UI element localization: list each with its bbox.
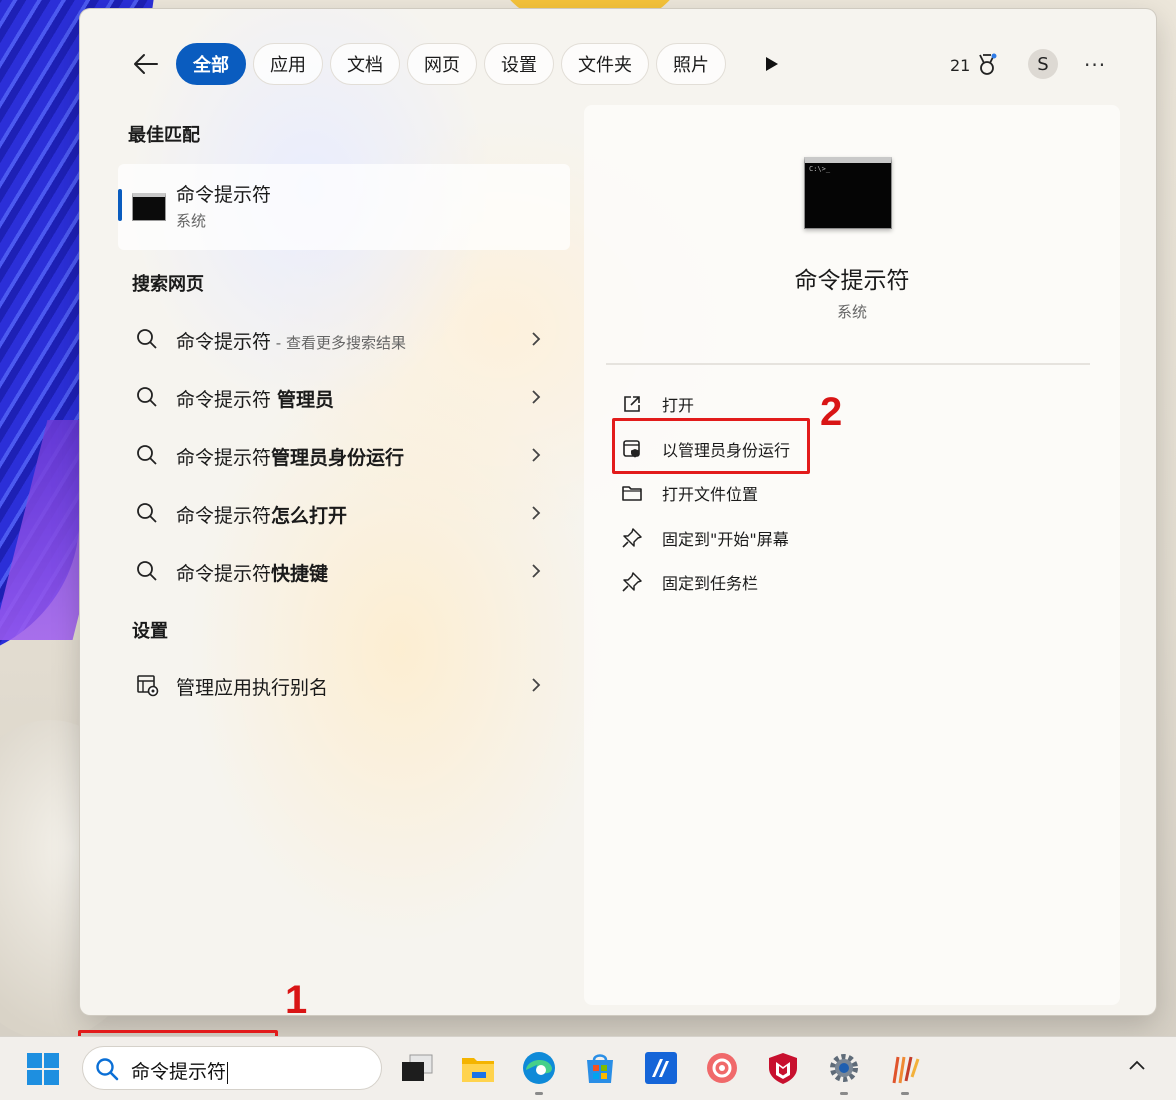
best-match-heading: 最佳匹配 — [128, 125, 200, 146]
back-arrow-icon — [134, 54, 158, 74]
web-search-item[interactable]: 命令提示符 管理员 — [120, 372, 560, 422]
search-icon — [137, 387, 157, 407]
web-search-text: 命令提示符快捷键 — [176, 563, 329, 585]
folder-icon — [620, 481, 644, 505]
chevron-right-icon — [532, 332, 541, 346]
web-search-heading: 搜索网页 — [132, 274, 204, 295]
annotation-box-run-as-admin — [612, 418, 810, 474]
cmd-app-icon — [132, 193, 166, 221]
running-indicator — [901, 1092, 909, 1095]
chevron-right-icon — [532, 678, 541, 692]
tab-settings[interactable]: 设置 — [484, 43, 554, 85]
search-panel: 全部 应用 文档 网页 设置 文件夹 照片 21 S ··· 最佳匹配 命令提示… — [80, 9, 1156, 1015]
chevron-right-icon — [532, 564, 541, 578]
app-alias-settings-icon — [137, 675, 159, 697]
tab-folders[interactable]: 文件夹 — [561, 43, 649, 85]
chevron-up-icon[interactable] — [1128, 1059, 1146, 1071]
taskbar-search-input[interactable]: 命令提示符 — [82, 1046, 382, 1090]
web-search-text: 命令提示符 管理员 — [176, 389, 335, 411]
search-icon — [96, 1058, 119, 1081]
running-indicator — [840, 1092, 848, 1095]
pin-icon — [620, 570, 644, 594]
search-icon — [137, 561, 157, 581]
search-icon — [137, 503, 157, 523]
best-match-name: 命令提示符 — [176, 184, 272, 206]
cmd-large-icon: C:\>_ — [804, 157, 892, 229]
action-open-file-location[interactable]: 打开文件位置 — [620, 475, 840, 511]
tab-apps[interactable]: 应用 — [253, 43, 323, 85]
back-button[interactable] — [128, 49, 164, 79]
web-search-item[interactable]: 命令提示符管理员身份运行 — [120, 430, 560, 480]
task-view-app-icon[interactable] — [398, 1049, 436, 1087]
filter-tabs: 全部 应用 文档 网页 设置 文件夹 照片 — [176, 43, 726, 85]
more-filters-play-icon[interactable] — [764, 55, 780, 73]
search-topbar: 全部 应用 文档 网页 设置 文件夹 照片 21 S ··· — [80, 9, 1156, 119]
settings-item-app-execution-alias[interactable]: 管理应用执行别名 — [120, 660, 560, 710]
best-match-type: 系统 — [176, 212, 207, 230]
settings-item-label: 管理应用执行别名 — [176, 677, 329, 699]
settings-gear-icon[interactable] — [825, 1049, 863, 1095]
web-search-text: 命令提示符 - 查看更多搜索结果 — [176, 331, 406, 353]
open-external-icon — [620, 392, 644, 416]
chevron-right-icon — [532, 448, 541, 462]
web-search-item[interactable]: 命令提示符 - 查看更多搜索结果 — [120, 314, 560, 364]
tab-documents[interactable]: 文档 — [330, 43, 400, 85]
mcafee-icon[interactable] — [764, 1049, 802, 1087]
annotation-step-2: 2 — [820, 390, 843, 434]
more-options-button[interactable]: ··· — [1084, 53, 1106, 77]
search-icon — [137, 445, 157, 465]
rewards-points[interactable]: 21 — [950, 53, 998, 77]
chevron-right-icon — [532, 506, 541, 520]
tab-all[interactable]: 全部 — [176, 43, 246, 85]
action-pin-to-taskbar[interactable]: 固定到任务栏 — [620, 564, 840, 600]
annotation-step-1: 1 — [285, 978, 308, 1022]
running-indicator — [535, 1092, 543, 1095]
taskbar: 命令提示符 — [0, 1036, 1176, 1100]
web-search-item[interactable]: 命令提示符快捷键 — [120, 546, 560, 596]
chevron-right-icon — [532, 390, 541, 404]
detail-subtitle: 系统 — [836, 303, 867, 321]
settings-heading: 设置 — [132, 621, 168, 642]
detail-title: 命令提示符 — [794, 268, 910, 294]
pencil-app-icon[interactable] — [886, 1049, 924, 1095]
windows-start-icon[interactable] — [26, 1052, 60, 1086]
action-open[interactable]: 打开 — [620, 386, 840, 422]
web-search-item[interactable]: 命令提示符怎么打开 — [120, 488, 560, 538]
pin-icon — [620, 526, 644, 550]
microsoft-store-icon[interactable] — [581, 1049, 619, 1087]
web-search-text: 命令提示符怎么打开 — [176, 505, 348, 527]
rewards-medal-icon — [979, 53, 997, 75]
taskbar-search-value: 命令提示符 — [131, 1061, 229, 1084]
best-match-result[interactable]: 命令提示符 系统 — [118, 164, 570, 250]
edge-browser-icon[interactable] — [520, 1049, 558, 1095]
user-avatar[interactable]: S — [1028, 49, 1058, 79]
action-pin-to-start[interactable]: 固定到"开始"屏幕 — [620, 520, 840, 556]
search-icon — [137, 329, 157, 349]
file-explorer-icon[interactable] — [459, 1049, 497, 1087]
detail-pane: C:\>_ 命令提示符 系统 打开 以管理员身份运行 打开文件位置 固定到"开始… — [584, 105, 1120, 1005]
selection-indicator — [118, 189, 122, 221]
web-search-text: 命令提示符管理员身份运行 — [176, 447, 405, 469]
azure-app-icon[interactable] — [642, 1049, 680, 1087]
rewards-points-count: 21 — [950, 55, 971, 75]
tab-photos[interactable]: 照片 — [656, 43, 726, 85]
rec-app-icon[interactable] — [703, 1049, 741, 1087]
tab-web[interactable]: 网页 — [407, 43, 477, 85]
detail-divider — [606, 363, 1090, 365]
